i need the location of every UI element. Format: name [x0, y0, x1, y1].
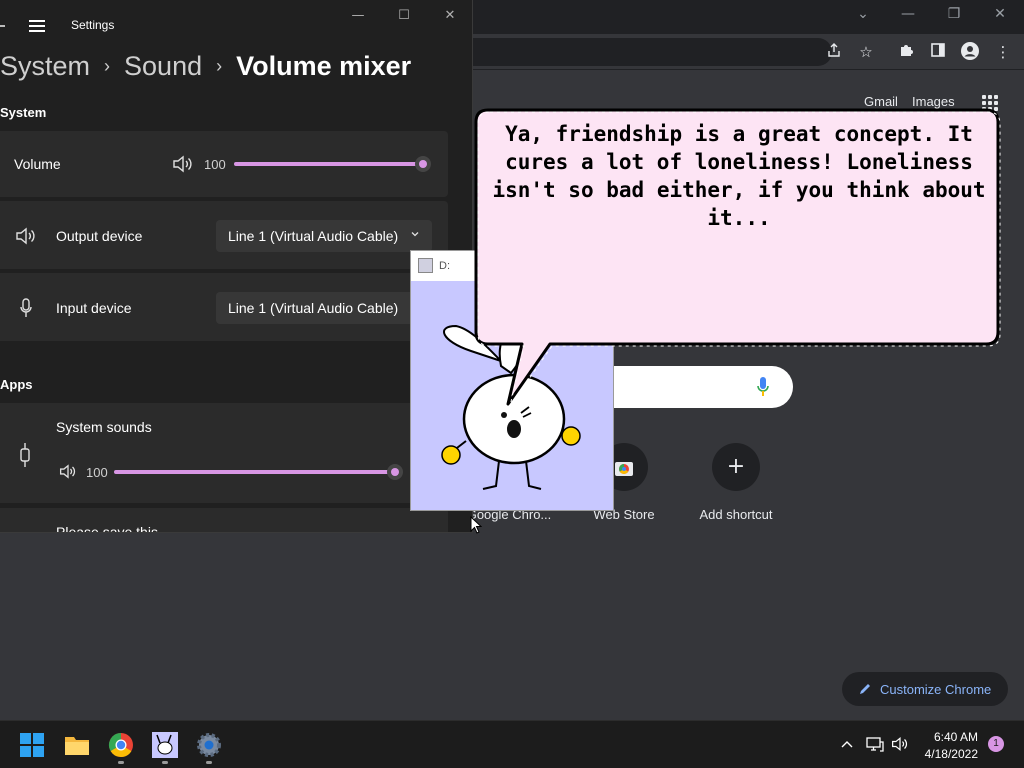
- pet-app-icon[interactable]: [151, 731, 179, 759]
- customize-chrome-label: Customize Chrome: [880, 681, 992, 697]
- volume-slider-track[interactable]: [234, 162, 424, 166]
- system-sounds-slider-thumb[interactable]: [387, 464, 403, 480]
- input-device-dropdown[interactable]: Line 1 (Virtual Audio Cable): [216, 292, 432, 324]
- input-device-value: Line 1 (Virtual Audio Cable): [228, 300, 399, 316]
- side-panel-icon[interactable]: [928, 42, 948, 62]
- volume-value: 100: [204, 157, 226, 172]
- clock-time[interactable]: 6:40 AM: [918, 730, 978, 744]
- settings-minimize-button[interactable]: —: [348, 8, 368, 23]
- app-card-partial: Please save this: [0, 508, 448, 533]
- settings-running-indicator: [206, 761, 212, 764]
- extensions-puzzle-icon[interactable]: [896, 42, 916, 62]
- breadcrumb: System › Sound › Volume mixer: [0, 48, 411, 84]
- bookmark-star-icon[interactable]: ☆: [856, 42, 876, 62]
- hamburger-menu-icon[interactable]: [29, 20, 45, 32]
- system-sounds-slider-track[interactable]: [114, 470, 396, 474]
- system-section-heading: System: [0, 105, 47, 120]
- clock-date[interactable]: 4/18/2022: [912, 747, 978, 761]
- page-title: Volume mixer: [236, 50, 412, 81]
- tray-volume-icon[interactable]: [891, 736, 909, 752]
- apps-section-heading: Apps: [0, 377, 33, 392]
- system-sounds-label: System sounds: [56, 419, 152, 435]
- output-device-value: Line 1 (Virtual Audio Cable): [228, 228, 399, 244]
- chrome-running-indicator: [118, 761, 124, 764]
- system-sounds-icon: [20, 443, 30, 467]
- output-device-label: Output device: [56, 228, 143, 244]
- volume-card: Volume 100: [0, 131, 448, 197]
- chrome-web-store-icon: [615, 462, 633, 476]
- output-device-card: Output device Line 1 (Virtual Audio Cabl…: [0, 201, 448, 269]
- settings-app-title: Settings: [71, 18, 115, 32]
- settings-window: Settings — ☐ ✕ System › Sound › Volume m…: [0, 0, 473, 533]
- speaker-output-icon: [16, 227, 35, 245]
- share-icon[interactable]: [824, 42, 844, 62]
- chevron-down-icon: [411, 232, 419, 237]
- volume-label: Volume: [14, 156, 61, 172]
- settings-maximize-button[interactable]: ☐: [394, 8, 414, 23]
- shortcut-label-add[interactable]: Add shortcut: [676, 507, 796, 522]
- pet-window-title: D:: [439, 260, 450, 272]
- add-shortcut-button[interactable]: +: [712, 443, 760, 491]
- chevron-up-icon[interactable]: [840, 739, 854, 749]
- minimize-button[interactable]: —: [898, 6, 918, 22]
- mouse-cursor-icon: [470, 516, 482, 534]
- output-device-dropdown[interactable]: Line 1 (Virtual Audio Cable): [216, 220, 432, 252]
- close-button[interactable]: ✕: [990, 6, 1010, 22]
- input-device-label: Input device: [56, 300, 132, 316]
- network-icon[interactable]: [866, 736, 884, 752]
- taskbar: 6:40 AM 4/18/2022: [0, 720, 1024, 768]
- customize-chrome-button[interactable]: Customize Chrome: [842, 672, 1008, 706]
- restore-button[interactable]: ❐: [944, 6, 964, 22]
- settings-close-button[interactable]: ✕: [440, 8, 460, 23]
- pet-running-indicator: [162, 761, 168, 764]
- back-arrow-icon[interactable]: [0, 20, 6, 32]
- plus-icon: +: [726, 454, 746, 479]
- pencil-icon: [860, 684, 870, 694]
- breadcrumb-separator: ›: [104, 55, 111, 76]
- volume-slider-thumb[interactable]: [415, 156, 431, 172]
- tab-search-chevron-icon[interactable]: ⌄: [853, 6, 873, 22]
- app-name-partial: Please save this: [56, 524, 158, 533]
- chrome-menu-kebab-icon[interactable]: ⋮: [993, 42, 1013, 62]
- breadcrumb-sound[interactable]: Sound: [124, 51, 202, 82]
- settings-gear-icon[interactable]: [195, 731, 223, 759]
- windows-start-icon[interactable]: [18, 731, 46, 759]
- breadcrumb-system[interactable]: System: [0, 51, 90, 82]
- input-device-card: Input device Line 1 (Virtual Audio Cable…: [0, 273, 448, 341]
- notification-badge[interactable]: 1: [988, 736, 1004, 752]
- breadcrumb-separator: ›: [216, 55, 223, 76]
- chrome-icon[interactable]: [107, 731, 135, 759]
- address-bar[interactable]: [472, 38, 832, 66]
- microphone-icon: [20, 298, 32, 317]
- profile-avatar-icon[interactable]: [960, 42, 980, 62]
- pet-app-icon: [418, 258, 433, 273]
- file-explorer-icon[interactable]: [63, 731, 91, 759]
- speech-bubble-text: Ya, friendship is a great concept. It cu…: [492, 122, 986, 230]
- system-sounds-value: 100: [86, 465, 108, 480]
- system-sounds-speaker-icon[interactable]: [59, 464, 77, 479]
- speaker-volume-icon[interactable]: [172, 155, 194, 173]
- system-sounds-card: System sounds 100: [0, 403, 448, 503]
